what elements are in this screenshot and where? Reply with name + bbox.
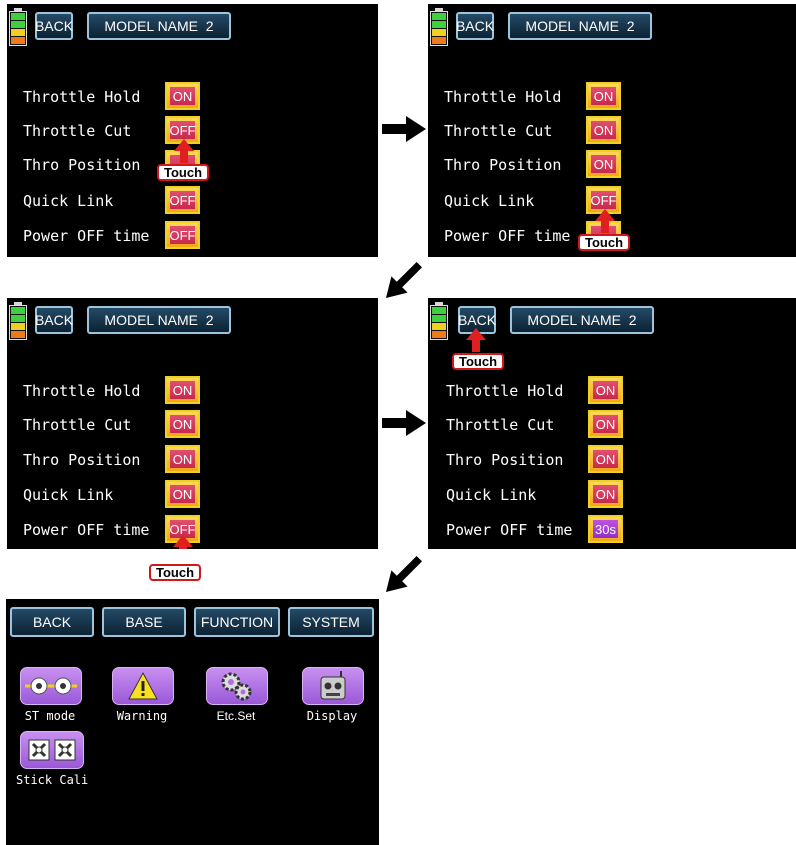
row-label: Throttle Hold	[23, 382, 141, 400]
row-label: Thro Position	[444, 156, 562, 174]
screen-1: BACK MODEL NAME 2 Throttle Hold Throttle…	[7, 4, 378, 257]
model-name-button[interactable]: MODEL NAME 2	[87, 306, 231, 334]
row-label: Quick Link	[23, 486, 114, 504]
model-name-button[interactable]: MODEL NAME 2	[510, 306, 654, 334]
thro-position-toggle[interactable]: ON	[586, 150, 621, 178]
power-off-time-toggle[interactable]: OFF	[165, 221, 200, 249]
quick-link-toggle[interactable]: OFF	[165, 186, 200, 214]
throttle-hold-toggle[interactable]: ON	[588, 376, 623, 404]
back-button[interactable]: BACK	[456, 12, 494, 40]
row-label: Power OFF time	[444, 227, 571, 245]
model-name-button[interactable]: MODEL NAME 2	[508, 12, 652, 40]
throttle-hold-toggle[interactable]: ON	[165, 376, 200, 404]
battery-icon	[9, 8, 27, 46]
arrow-down-left-icon	[386, 556, 422, 592]
battery-icon	[430, 8, 448, 46]
row-label: Power OFF time	[446, 521, 573, 539]
throttle-hold-toggle[interactable]: ON	[165, 82, 200, 110]
menu-tab-base[interactable]: BASE	[102, 607, 186, 637]
row-label: Throttle Cut	[446, 416, 555, 434]
row-label: Throttle Cut	[444, 122, 553, 140]
battery-icon	[430, 302, 448, 340]
row-label: Power OFF time	[23, 227, 150, 245]
row-label: Throttle Hold	[444, 88, 562, 106]
sticks-icon	[25, 677, 77, 695]
screen-4: BACK MODEL NAME 2 Touch Throttle Hold Th…	[428, 298, 796, 549]
touch-arrow-icon	[173, 535, 193, 549]
stick-cali-label: Stick Cali	[16, 773, 89, 787]
row-label: Throttle Hold	[23, 88, 141, 106]
row-label: Thro Position	[446, 451, 564, 469]
warning-button[interactable]	[112, 667, 174, 705]
arrow-down-left-icon	[386, 262, 422, 298]
st-mode-button[interactable]	[20, 667, 82, 705]
throttle-cut-toggle[interactable]: ON	[165, 410, 200, 438]
row-label: Quick Link	[446, 486, 537, 504]
touch-callout: Touch	[149, 564, 201, 581]
row-label: Power OFF time	[23, 521, 150, 539]
throttle-hold-toggle[interactable]: ON	[586, 82, 621, 110]
etc-set-label: Etc.Set	[216, 709, 256, 723]
etc-set-button[interactable]	[206, 667, 268, 705]
row-label: Thro Position	[23, 451, 141, 469]
display-button[interactable]	[302, 667, 364, 705]
power-off-time-value[interactable]: 30s	[588, 515, 623, 543]
robot-icon	[320, 671, 346, 700]
quick-link-toggle[interactable]: ON	[165, 480, 200, 508]
display-label: Display	[306, 709, 358, 723]
menu-tab-back[interactable]: BACK	[10, 607, 94, 637]
gears-icon	[221, 672, 252, 701]
screen-2: BACK MODEL NAME 2 Throttle Hold Throttle…	[428, 4, 796, 257]
arrow-right-icon	[382, 410, 426, 436]
warning-icon	[128, 671, 158, 700]
screen-5-menu: BACK BASE FUNCTION SYSTEM ST mode Warnin…	[6, 599, 379, 845]
back-button[interactable]: BACK	[35, 306, 73, 334]
throttle-cut-toggle[interactable]: ON	[588, 410, 623, 438]
touch-arrow-icon	[466, 328, 486, 352]
row-label: Thro Position	[23, 156, 141, 174]
touch-arrow-icon	[595, 209, 615, 233]
row-label: Quick Link	[23, 192, 114, 210]
row-label: Throttle Cut	[23, 122, 132, 140]
back-button[interactable]: BACK	[35, 12, 73, 40]
row-label: Throttle Cut	[23, 416, 132, 434]
row-label: Quick Link	[444, 192, 535, 210]
row-label: Throttle Hold	[446, 382, 564, 400]
throttle-cut-toggle[interactable]: ON	[586, 116, 621, 144]
model-name-button[interactable]: MODEL NAME 2	[87, 12, 231, 40]
stick-cali-icon	[28, 739, 76, 761]
battery-icon	[9, 302, 27, 340]
screen-3: BACK MODEL NAME 2 Throttle Hold Throttle…	[7, 298, 378, 549]
quick-link-toggle[interactable]: ON	[588, 480, 623, 508]
touch-callout: Touch	[578, 234, 630, 251]
touch-arrow-icon	[174, 139, 194, 163]
thro-position-toggle[interactable]: ON	[588, 445, 623, 473]
thro-position-toggle[interactable]: ON	[165, 445, 200, 473]
arrow-right-icon	[382, 116, 426, 142]
touch-callout: Touch	[452, 353, 504, 370]
touch-callout: Touch	[157, 164, 209, 181]
menu-tab-system[interactable]: SYSTEM	[288, 607, 374, 637]
stick-cali-button[interactable]	[20, 731, 84, 769]
menu-tab-function[interactable]: FUNCTION	[194, 607, 280, 637]
st-mode-label: ST mode	[24, 709, 76, 723]
warning-label: Warning	[116, 709, 168, 723]
